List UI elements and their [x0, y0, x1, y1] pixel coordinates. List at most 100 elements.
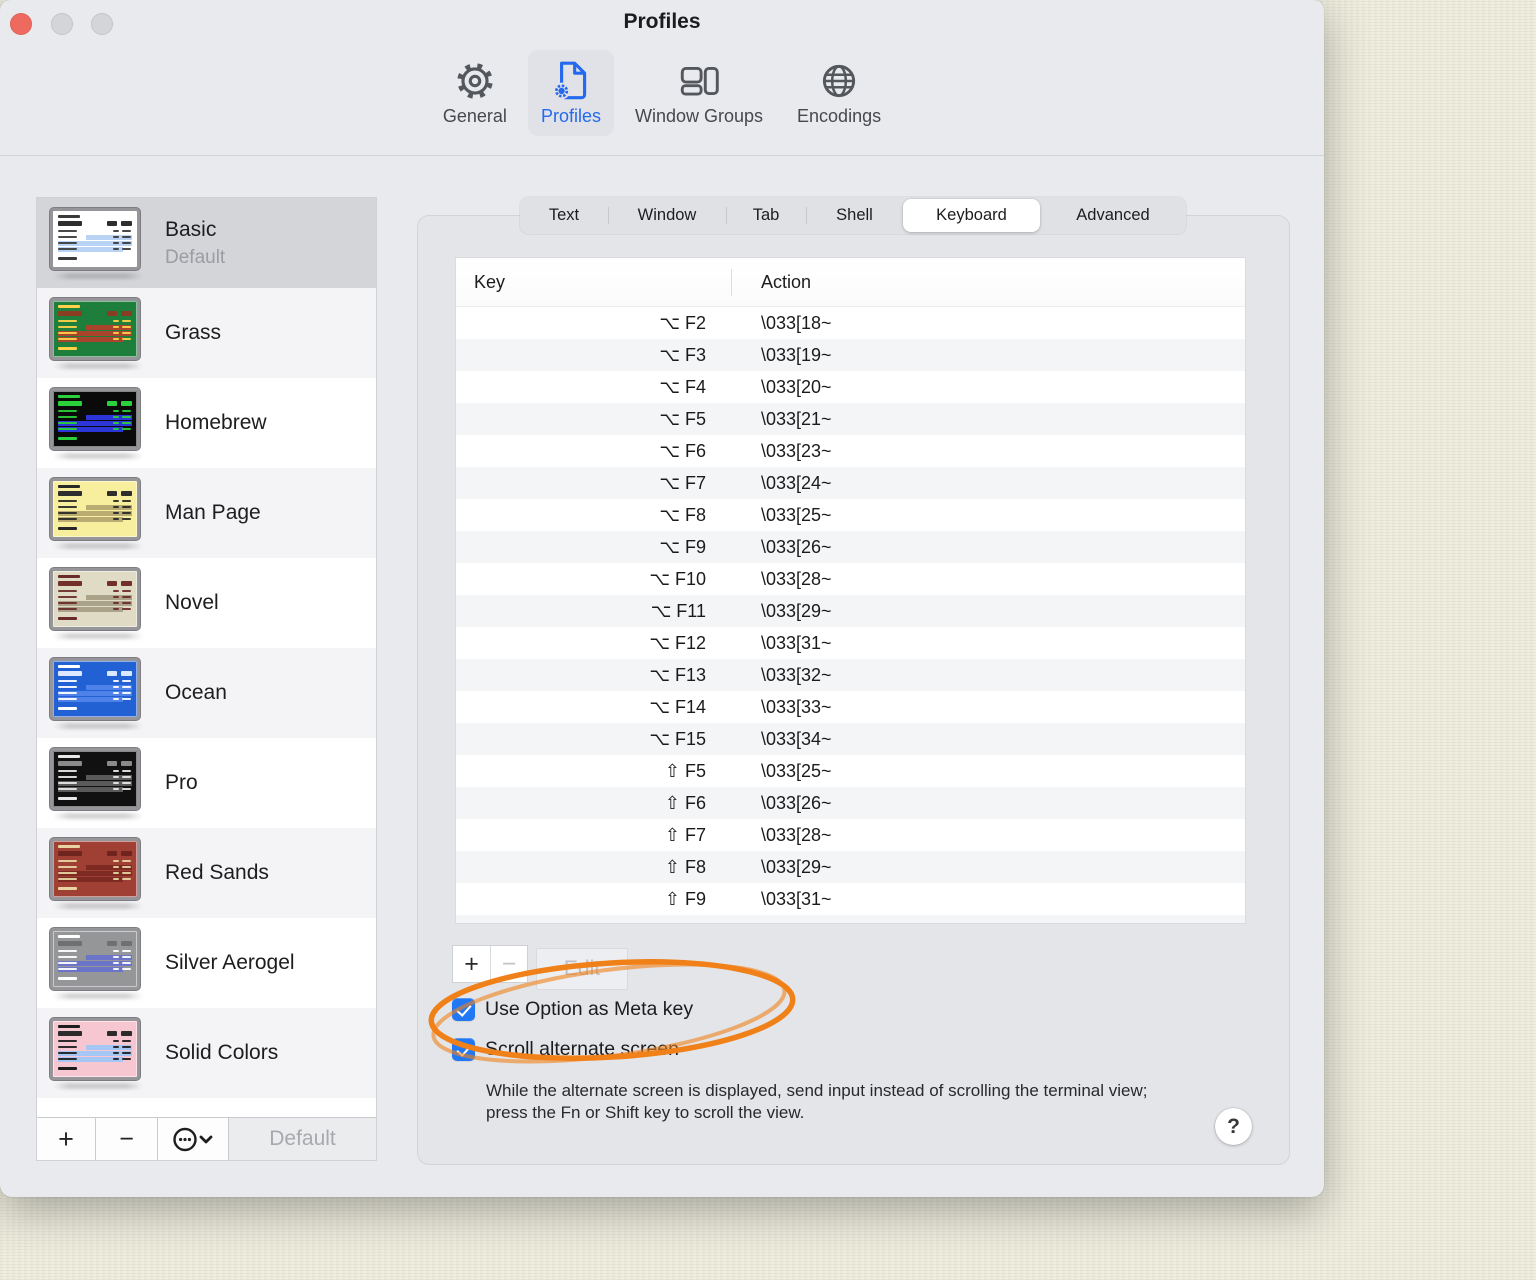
window-groups-icon: [676, 58, 722, 104]
toolbar-item-profiles[interactable]: Profiles: [527, 50, 614, 136]
tab-advanced[interactable]: Advanced: [1040, 197, 1186, 234]
preferences-toolbar: General Profiles Window Groups Encodings: [0, 50, 1324, 136]
use-option-as-meta-label: Use Option as Meta key: [485, 998, 694, 1020]
profile-list-item[interactable]: Basic Default: [37, 198, 376, 288]
globe-icon: [816, 58, 862, 104]
table-row[interactable]: ⌥ F3 \033[19~: [456, 339, 1245, 371]
profile-list-item[interactable]: Silver Aerogel: [37, 918, 376, 1008]
table-row[interactable]: ⌥ F10 \033[28~: [456, 563, 1245, 595]
profile-thumbnail: [50, 297, 146, 369]
edit-key-button[interactable]: Edit: [536, 948, 628, 990]
table-row[interactable]: ⌥ F13 \033[32~: [456, 659, 1245, 691]
toolbar-label-window-groups: Window Groups: [634, 106, 764, 126]
profile-default-badge: Default: [165, 246, 226, 268]
circle-ellipsis-chevron-icon: [172, 1126, 214, 1153]
toolbar-label-encodings: Encodings: [797, 106, 882, 126]
alternate-screen-help-text: While the alternate screen is displayed,…: [486, 1081, 1148, 1122]
profile-tabbar: Text Window Tab Shell Keyboard Advanced: [520, 197, 1186, 234]
tab-text[interactable]: Text: [520, 197, 608, 234]
table-row[interactable]: ⇧ F9 \033[31~: [456, 883, 1245, 915]
table-row[interactable]: ⌥ F9 \033[26~: [456, 531, 1245, 563]
preferences-window: Profiles General Profiles Window Groups …: [0, 0, 1324, 1197]
desktop: { "desktop": { "background": "#efeee1" }…: [0, 0, 1536, 1280]
table-filler-row: [456, 915, 1245, 923]
profile-name: Red Sands: [165, 861, 269, 884]
toolbar-separator: [0, 155, 1324, 156]
option-row-scroll-alternate-screen: Scroll alternate screen: [452, 1038, 679, 1061]
profile-name: Pro: [165, 771, 198, 794]
key-table-body: ⌥ F2 \033[18~ ⌥ F3 \033[19~ ⌥ F4 \033[20~ ⌥ F5…: [456, 307, 1245, 915]
table-row[interactable]: ⌥ F5 \033[21~: [456, 403, 1245, 435]
set-default-button[interactable]: Default: [229, 1118, 376, 1160]
profile-name: Ocean: [165, 681, 227, 704]
scroll-alternate-screen-checkbox[interactable]: [452, 1038, 475, 1061]
profile-sidebar: Basic Default Grass Homebrew Man Page No…: [36, 197, 377, 1161]
table-header: Key Action: [456, 258, 1245, 307]
profile-list-item[interactable]: Man Page: [37, 468, 376, 558]
use-option-as-meta-checkbox[interactable]: [452, 998, 475, 1021]
profile-list-item[interactable]: Solid Colors: [37, 1008, 376, 1098]
toolbar-label-general: General: [442, 106, 507, 126]
profile-document-icon: [548, 58, 594, 104]
toolbar-label-profiles: Profiles: [540, 106, 601, 126]
profile-list-item[interactable]: Novel: [37, 558, 376, 648]
scroll-alternate-screen-label: Scroll alternate screen: [485, 1038, 680, 1060]
profile-list-item[interactable]: Homebrew: [37, 378, 376, 468]
tab-keyboard[interactable]: Keyboard: [903, 199, 1040, 232]
window-title: Profiles: [623, 10, 701, 33]
table-row[interactable]: ⌥ F6 \033[23~: [456, 435, 1245, 467]
profile-name: Homebrew: [165, 411, 267, 434]
tab-tab[interactable]: Tab: [726, 197, 806, 234]
profile-thumbnail: [50, 747, 146, 819]
table-row[interactable]: ⇧ F8 \033[29~: [456, 851, 1245, 883]
profile-name: Solid Colors: [165, 1041, 279, 1064]
table-row[interactable]: ⌥ F7 \033[24~: [456, 467, 1245, 499]
remove-key-button[interactable]: −: [490, 946, 527, 982]
table-row[interactable]: ⇧ F6 \033[26~: [456, 787, 1245, 819]
option-row-use-option-as-meta: Use Option as Meta key: [452, 998, 693, 1021]
profile-actions-menu-button[interactable]: [158, 1118, 229, 1160]
profile-name: Grass: [165, 321, 222, 344]
table-row[interactable]: ⌥ F15 \033[34~: [456, 723, 1245, 755]
gear-icon: [452, 58, 498, 104]
table-row[interactable]: ⇧ F7 \033[28~: [456, 819, 1245, 851]
toolbar-item-window-groups[interactable]: Window Groups: [622, 50, 776, 136]
profile-thumbnail: [50, 837, 146, 909]
key-mapping-table: Key Action ⌥ F2 \033[18~ ⌥ F3 \033[19~ ⌥ F4 \…: [455, 257, 1246, 924]
profile-thumbnail: [50, 387, 146, 459]
profile-name: Novel: [165, 591, 219, 614]
profile-thumbnail: [50, 207, 146, 279]
key-add-remove-group: + −: [452, 945, 528, 983]
profile-thumbnail: [50, 657, 146, 729]
help-button[interactable]: ?: [1215, 1108, 1252, 1145]
table-row[interactable]: ⌥ F8 \033[25~: [456, 499, 1245, 531]
profile-thumbnail: [50, 567, 146, 639]
table-row[interactable]: ⌥ F14 \033[33~: [456, 691, 1245, 723]
remove-profile-button[interactable]: −: [96, 1118, 158, 1160]
toolbar-item-encodings[interactable]: Encodings: [784, 50, 894, 136]
toolbar-item-general[interactable]: General: [430, 50, 520, 136]
profile-list-item[interactable]: Ocean: [37, 648, 376, 738]
table-row[interactable]: ⌥ F11 \033[29~: [456, 595, 1245, 627]
add-profile-button[interactable]: +: [37, 1118, 96, 1160]
tab-window[interactable]: Window: [608, 197, 726, 234]
profile-list-footer: + − Default: [37, 1117, 376, 1160]
profile-thumbnail: [50, 1017, 146, 1089]
profile-name: Man Page: [165, 501, 261, 524]
profile-name: Silver Aerogel: [165, 951, 295, 974]
profile-thumbnail: [50, 477, 146, 549]
column-header-action[interactable]: Action: [761, 272, 811, 293]
profile-thumbnail: [50, 927, 146, 999]
profile-list-item[interactable]: Grass: [37, 288, 376, 378]
profile-name: Basic: [165, 217, 217, 241]
profile-list: Basic Default Grass Homebrew Man Page No…: [37, 198, 376, 1117]
profile-list-item[interactable]: Red Sands: [37, 828, 376, 918]
add-key-button[interactable]: +: [453, 946, 490, 982]
table-row[interactable]: ⌥ F2 \033[18~: [456, 307, 1245, 339]
table-row[interactable]: ⌥ F4 \033[20~: [456, 371, 1245, 403]
tab-shell[interactable]: Shell: [806, 197, 903, 234]
profile-list-item[interactable]: Pro: [37, 738, 376, 828]
table-row[interactable]: ⌥ F12 \033[31~: [456, 627, 1245, 659]
table-row[interactable]: ⇧ F5 \033[25~: [456, 755, 1245, 787]
column-header-key[interactable]: Key: [456, 272, 505, 293]
